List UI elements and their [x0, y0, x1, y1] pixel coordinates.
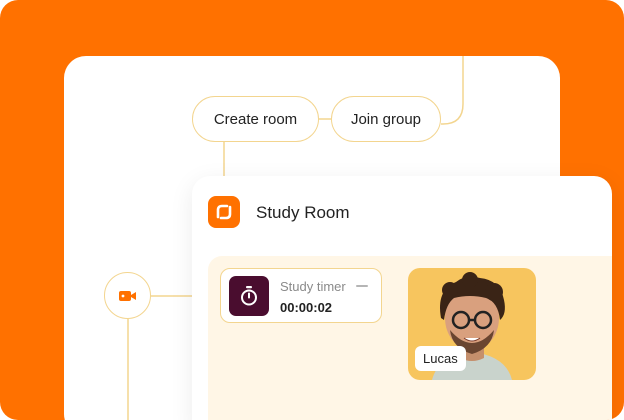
video-call-node[interactable]	[104, 272, 151, 319]
brand-logo-icon	[208, 196, 240, 228]
participant-name-tag: Lucas	[415, 346, 466, 371]
join-group-button[interactable]: Join group	[331, 96, 441, 142]
participant-video-tile[interactable]: Lucas	[408, 268, 536, 380]
timer-label: Study timer	[280, 279, 346, 294]
stopwatch-icon	[229, 276, 269, 316]
create-room-button[interactable]: Create room	[192, 96, 319, 142]
minimize-icon[interactable]	[356, 285, 368, 287]
create-room-label: Create room	[213, 110, 298, 128]
room-content-area: Study timer 00:00:02 Lucas	[208, 256, 612, 420]
study-timer-widget: Study timer 00:00:02	[220, 268, 382, 323]
study-room-window: Study Room Study timer 00:00:02 Lucas	[192, 176, 612, 420]
timer-value: 00:00:02	[280, 300, 333, 315]
video-camera-icon	[118, 290, 136, 301]
room-title: Study Room	[256, 203, 350, 222]
app-background: Create room Join group Study Room Study …	[0, 0, 624, 420]
join-group-label: Join group	[350, 110, 422, 128]
